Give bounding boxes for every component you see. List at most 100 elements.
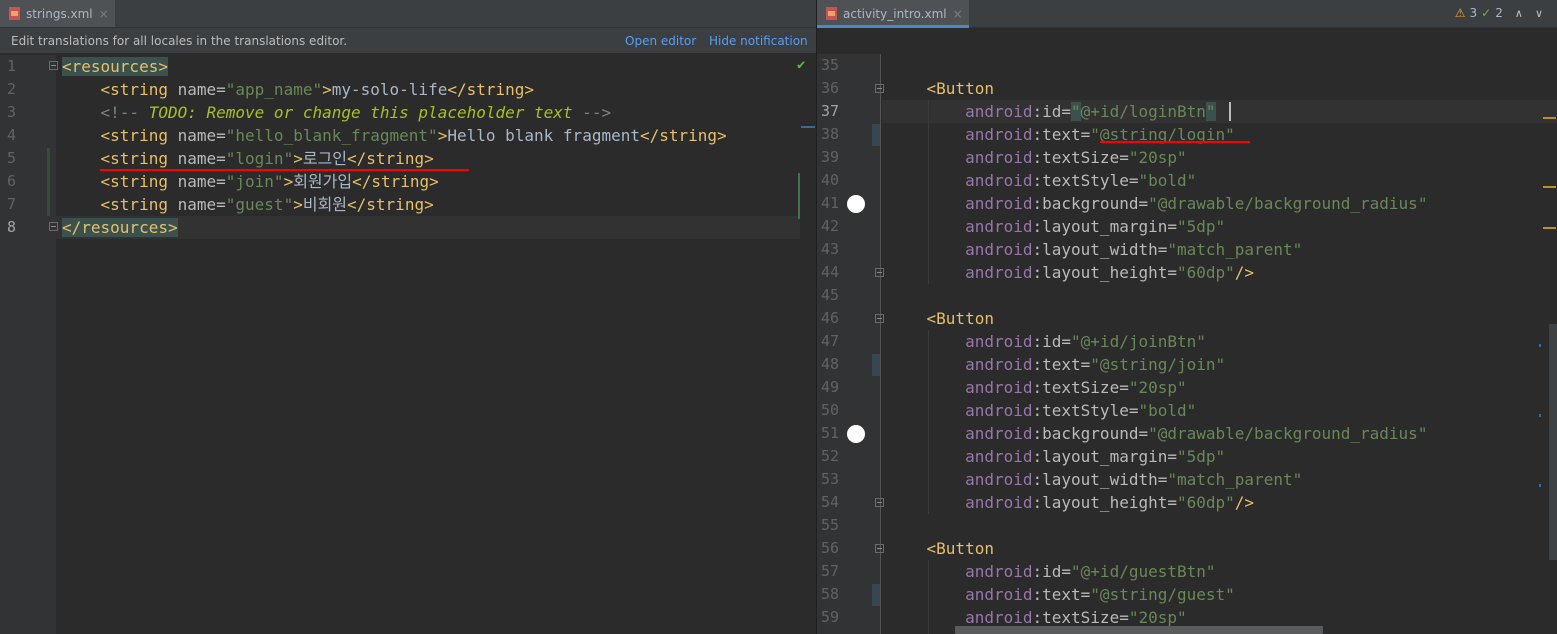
code-line[interactable]: 41 android:background="@drawable/backgro… [817,192,1557,215]
code-line[interactable]: 48 android:text="@string/join" [817,353,1557,376]
code-line[interactable]: 57 android:id="@+id/guestBtn" [817,560,1557,583]
warning-marker [1543,186,1556,188]
code-line[interactable]: 6 <string name="join">회원가입</string> [0,170,816,193]
code-line[interactable]: 2 <string name="app_name">my-solo-life</… [0,78,816,101]
code-line[interactable]: 8 </resources> [0,216,816,239]
fold-icon[interactable] [49,222,58,231]
line-number: 46 [821,309,840,327]
line-number: 5 [7,149,17,167]
line-code: android:layout_margin="5dp" [888,445,1225,468]
left-editor-pane: strings.xml × Edit translations for all … [0,0,816,634]
code-line[interactable]: 44 android:layout_height="60dp"/> [817,261,1557,284]
xml-file-icon [8,6,21,21]
code-token: </resources> [62,218,178,237]
code-line[interactable]: 45 [817,284,1557,307]
line-number: 54 [821,493,840,511]
code-line[interactable]: 50 android:textStyle="bold" [817,399,1557,422]
code-line[interactable]: 46 <Button [817,307,1557,330]
code-line[interactable]: 42 android:layout_margin="5dp" [817,215,1557,238]
code-token: :text= [1032,355,1091,374]
code-token: name [177,195,217,214]
code-line[interactable]: 40 android:textStyle="bold" [817,169,1557,192]
fold-icon[interactable] [875,314,884,323]
strings-xml-editor[interactable]: 1 <resources> 2 <string name="app_name">my… [0,55,816,634]
activity-intro-xml-editor[interactable]: 35 36 <Button 37 android:id="@+id/loginBtn… [817,54,1557,634]
fold-icon[interactable] [875,84,884,93]
code-line[interactable]: 55 [817,514,1557,537]
color-preview-icon[interactable] [847,425,865,443]
code-token: "5dp" [1177,217,1226,236]
code-line[interactable]: 5 <string name="login">로그인</string> [0,147,816,170]
text-cursor [1229,102,1231,121]
code-line[interactable]: 53 android:layout_width="match_parent" [817,468,1557,491]
code-token: "login" [225,149,294,168]
code-token: name [177,126,217,145]
code-line[interactable]: 37 android:id="@+id/loginBtn" [817,100,1557,123]
code-token: <string [100,149,178,168]
fold-icon[interactable] [875,498,884,507]
line-code: android:layout_height="60dp"/> [888,261,1254,284]
fold-icon[interactable] [875,544,884,553]
right-editor-pane: activity_intro.xml × 35 36 <Button 37 andr… [817,0,1557,634]
inspection-widget[interactable]: ⚠ 3 ✓ 2 ∧ ∨ [1455,6,1543,20]
code-token: <resources> [62,57,168,76]
code-line[interactable]: 4 <string name="hello_blank_fragment">He… [0,124,816,147]
code-line[interactable]: 58 android:text="@string/guest" [817,583,1557,606]
line-code: android:id="@+id/guestBtn" [888,560,1216,583]
code-line[interactable]: 3 <!-- TODO: Remove or change this place… [0,101,816,124]
code-line[interactable]: 1 <resources> [0,55,816,78]
code-line[interactable]: 49 android:textSize="20sp" [817,376,1557,399]
code-line[interactable]: 54 android:layout_height="60dp"/> [817,491,1557,514]
color-preview-icon[interactable] [847,195,865,213]
code-line[interactable]: 56 <Button [817,537,1557,560]
code-token: "match_parent" [1167,240,1303,259]
close-icon[interactable]: × [99,7,109,21]
code-token: = [216,172,226,191]
code-token: android [965,263,1033,282]
tab-strings-xml[interactable]: strings.xml × [0,0,115,27]
code-line[interactable]: 7 <string name="guest">비회원</string> [0,193,816,216]
code-line[interactable]: 47 android:id="@+id/joinBtn" [817,330,1557,353]
code-token: "app_name" [225,80,323,99]
line-number: 3 [7,103,17,121]
fold-icon[interactable] [49,61,58,70]
warning-marker [1543,117,1556,119]
code-line[interactable]: 36 <Button [817,77,1557,100]
code-token: android [965,171,1033,190]
tab-activity-intro-xml[interactable]: activity_intro.xml × [817,0,969,28]
code-token: "@drawable/background_radius" [1148,424,1428,443]
open-editor-link[interactable]: Open editor [625,34,696,48]
horizontal-scrollbar[interactable] [955,626,1323,634]
code-token: "join" [225,172,284,191]
code-token: android [965,217,1033,236]
code-line[interactable]: 51 android:background="@drawable/backgro… [817,422,1557,445]
code-line[interactable]: 43 android:layout_width="match_parent" [817,238,1557,261]
line-code: <string name="login">로그인</string> [62,147,434,170]
warning-icon: ⚠ [1454,6,1466,20]
code-line[interactable]: 52 android:layout_margin="5dp" [817,445,1557,468]
code-token: name [177,149,217,168]
line-number: 6 [7,172,17,190]
code-line[interactable]: 39 android:textSize="20sp" [817,146,1557,169]
code-token: "20sp" [1128,608,1187,627]
scroll-marker [801,126,815,128]
fold-icon[interactable] [875,268,884,277]
line-number: 42 [821,217,840,235]
line-number: 44 [821,263,840,281]
vertical-scrollbar[interactable] [1549,324,1557,560]
code-token: "@+id/guestBtn" [1071,562,1216,581]
tab-label: strings.xml [26,6,93,21]
hide-notification-link[interactable]: Hide notification [709,34,808,48]
code-token: "@string/join" [1090,355,1226,374]
code-token: <string [100,172,178,191]
close-icon[interactable]: × [953,7,963,21]
code-line[interactable]: 35 [817,54,1557,77]
chevron-up-icon[interactable]: ∧ [1515,7,1523,20]
chevron-down-icon[interactable]: ∨ [1535,7,1543,20]
